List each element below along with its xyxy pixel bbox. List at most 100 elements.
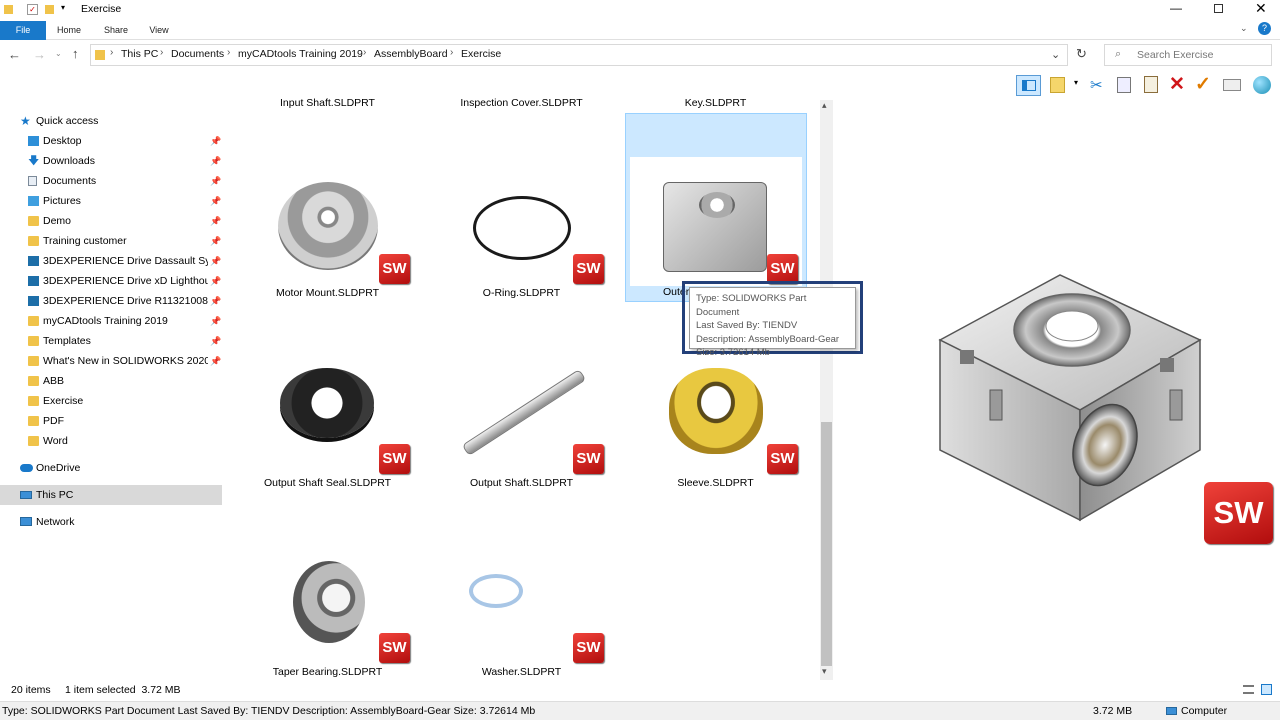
new-folder-icon[interactable] [45,5,54,14]
file-item-selected[interactable]: SW Outer Casing.SLDPRT [625,113,807,302]
scroll-down-icon[interactable]: ▾ [822,666,827,677]
cut-icon[interactable]: ✂ [1090,76,1103,94]
pin-icon[interactable]: 📌 [210,231,221,251]
pin-icon[interactable]: 📌 [210,251,221,271]
back-icon[interactable]: ← [8,47,21,62]
close-icon[interactable]: ✕ [1255,0,1267,17]
nav-quick-access[interactable]: ★ Quick access [0,111,222,131]
title-bar: ✓ ▾ Exercise — ✕ [0,0,1280,20]
breadcrumb-separator: › [450,47,454,58]
nav-this-pc[interactable]: This PC [0,485,222,505]
nav-exercise[interactable]: Exercise [0,391,222,411]
tab-home[interactable]: Home [52,22,86,39]
nav-onedrive[interactable]: OneDrive [0,458,222,478]
nav-documents[interactable]: Documents 📌 [0,171,222,191]
pin-icon[interactable]: 📌 [210,291,221,311]
file-name[interactable]: Input Shaft.SLDPRT [235,97,420,109]
pin-icon[interactable]: 📌 [210,171,221,191]
up-icon[interactable]: ↑ [72,46,79,61]
solidworks-badge-icon: SW [573,444,604,474]
layout-dropdown-icon[interactable]: ▾ [1074,78,1078,87]
expand-ribbon-icon[interactable]: ⌄ [1240,23,1248,34]
tab-share[interactable]: Share [98,22,134,39]
nav-3dx-drive-dassault[interactable]: 3DEXPERIENCE Drive Dassault Systèm📌 [0,251,222,271]
maximize-icon[interactable] [1214,4,1223,13]
nav-desktop[interactable]: Desktop 📌 [0,131,222,151]
nav-mycadtools[interactable]: myCADtools Training 2019 📌 [0,311,222,331]
solidworks-logo-icon: SW [1204,482,1273,544]
folder-icon [28,336,39,346]
folder-icon [28,416,39,426]
file-item[interactable]: SW Motor Mount.SLDPRT [235,114,420,304]
dropdown-icon[interactable]: ⌄ [1051,48,1060,61]
file-name: Output Shaft.SLDPRT [469,477,574,489]
nav-templates[interactable]: Templates 📌 [0,331,222,351]
breadcrumb-assemblyboard[interactable]: AssemblyBoard [374,48,448,60]
preview-pane-icon[interactable] [1016,75,1041,96]
address-bar[interactable]: ⌄ [90,44,1068,66]
pin-icon[interactable]: 📌 [210,151,221,171]
help-icon[interactable]: ? [1258,22,1271,35]
file-name[interactable]: Inspection Cover.SLDPRT [429,97,614,109]
scroll-thumb[interactable] [821,422,832,666]
folder-icon [28,436,39,446]
tooltip-size: Size: 3.72614 Mb [696,347,770,358]
nav-pdf[interactable]: PDF [0,411,222,431]
file-item[interactable]: SW Output Shaft Seal.SLDPRT [235,304,420,494]
minimize-icon[interactable]: — [1170,1,1182,15]
rename-icon[interactable] [1223,79,1241,91]
recent-locations-icon[interactable]: ⌄ [55,49,62,58]
nav-network[interactable]: Network [0,512,222,532]
vertical-scrollbar[interactable]: ▴ ▾ [820,100,833,680]
tab-file[interactable]: File [0,21,46,40]
washer-thumbnail [469,574,523,608]
network-icon [20,517,32,526]
large-icons-view-icon[interactable] [1261,684,1272,695]
file-item[interactable]: SW Washer.SLDPRT [429,493,614,683]
pin-icon[interactable]: 📌 [210,191,221,211]
file-item[interactable]: SW Taper Bearing.SLDPRT [235,493,420,683]
nav-whats-new[interactable]: What's New in SOLIDWORKS 2020 - P📌 [0,351,222,371]
nav-word[interactable]: Word [0,431,222,451]
breadcrumb-exercise[interactable]: Exercise [461,48,501,60]
preview-pane: SW [860,100,1280,680]
pin-icon[interactable]: 📌 [210,211,221,231]
customize-qat-icon[interactable]: ▾ [61,3,65,12]
nav-3dx-drive-lighthouse[interactable]: 3DEXPERIENCE Drive xD Lighthouse E📌 [0,271,222,291]
layout-icon[interactable] [1050,77,1065,93]
pin-icon[interactable]: 📌 [210,131,221,151]
copy-icon[interactable] [1117,77,1131,93]
cloud-icon [20,464,33,472]
scroll-up-icon[interactable]: ▴ [822,100,827,111]
folder-icon [28,316,39,326]
refresh-icon[interactable]: ↻ [1076,46,1087,62]
forward-icon[interactable]: → [33,47,46,62]
pin-icon[interactable]: 📌 [210,271,221,291]
pin-icon[interactable]: 📌 [210,311,221,331]
check-icon[interactable]: ✓ [1195,73,1211,96]
pin-icon[interactable]: 📌 [210,331,221,351]
nav-pictures[interactable]: Pictures 📌 [0,191,222,211]
nav-training-customer[interactable]: Training customer 📌 [0,231,222,251]
file-item[interactable]: SW Output Shaft.SLDPRT [429,304,614,494]
paste-icon[interactable] [1144,76,1158,93]
breadcrumb-mycadtools[interactable]: myCADtools Training 2019 [238,48,363,60]
breadcrumb-documents[interactable]: Documents [171,48,224,60]
nav-demo[interactable]: Demo 📌 [0,211,222,231]
globe-icon[interactable] [1253,76,1271,94]
file-name: Output Shaft Seal.SLDPRT [263,477,392,489]
details-view-icon[interactable] [1243,685,1254,694]
pin-icon[interactable]: 📌 [210,351,221,371]
file-name: Motor Mount.SLDPRT [275,287,380,299]
file-name[interactable]: Key.SLDPRT [623,97,808,109]
file-item[interactable]: SW O-Ring.SLDPRT [429,114,614,304]
breadcrumb-this-pc[interactable]: This PC [121,48,158,60]
nav-3dx-drive-r113[interactable]: 3DEXPERIENCE Drive R113210089935📌 [0,291,222,311]
nav-abb[interactable]: ABB [0,371,222,391]
properties-icon[interactable]: ✓ [27,4,38,15]
delete-icon[interactable]: ✕ [1169,73,1185,96]
search-input[interactable]: ⌕ Search Exercise [1104,44,1272,66]
nav-downloads[interactable]: 🡇 Downloads 📌 [0,151,222,171]
tab-view[interactable]: View [143,22,175,39]
folder-icon [28,216,39,226]
